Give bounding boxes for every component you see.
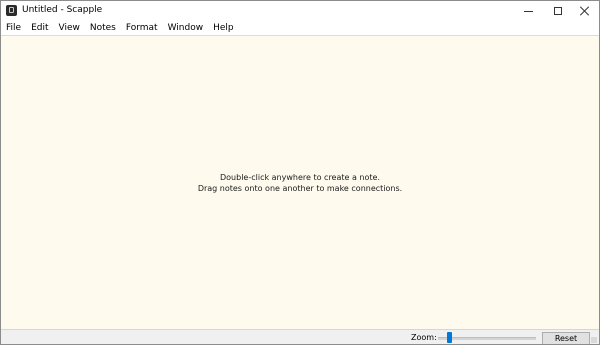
- zoom-slider-thumb[interactable]: [447, 332, 453, 343]
- hint-make-connections: Drag notes onto one another to make conn…: [197, 184, 403, 193]
- close-icon: [580, 6, 590, 16]
- menu-notes[interactable]: Notes: [85, 22, 121, 35]
- hint-create-note: Double-click anywhere to create a note.: [220, 173, 380, 182]
- menu-window[interactable]: Window: [163, 22, 209, 35]
- minimize-icon: [523, 10, 533, 12]
- maximize-icon: [554, 7, 562, 15]
- app-window: Untitled - Scapple File Edit View Notes …: [0, 0, 600, 345]
- menu-file[interactable]: File: [1, 22, 26, 35]
- window-title: Untitled - Scapple: [22, 5, 103, 15]
- menu-format[interactable]: Format: [121, 22, 163, 35]
- title-bar[interactable]: Untitled - Scapple: [1, 1, 599, 21]
- zoom-slider[interactable]: [438, 337, 536, 340]
- reset-zoom-button[interactable]: Reset: [542, 332, 590, 344]
- resize-grip-icon[interactable]: [591, 337, 597, 343]
- menu-help[interactable]: Help: [208, 22, 239, 35]
- close-button[interactable]: [569, 1, 599, 21]
- menu-edit[interactable]: Edit: [26, 22, 53, 35]
- zoom-label: Zoom:: [411, 333, 437, 342]
- status-bar: Zoom: Reset: [1, 329, 599, 344]
- menu-bar: File Edit View Notes Format Window Help: [1, 21, 599, 35]
- empty-canvas-hint: Double-click anywhere to create a note. …: [1, 172, 599, 194]
- scapple-canvas[interactable]: Double-click anywhere to create a note. …: [1, 35, 599, 329]
- minimize-button[interactable]: [512, 1, 544, 21]
- menu-view[interactable]: View: [54, 22, 85, 35]
- scapple-app-icon[interactable]: [6, 5, 17, 16]
